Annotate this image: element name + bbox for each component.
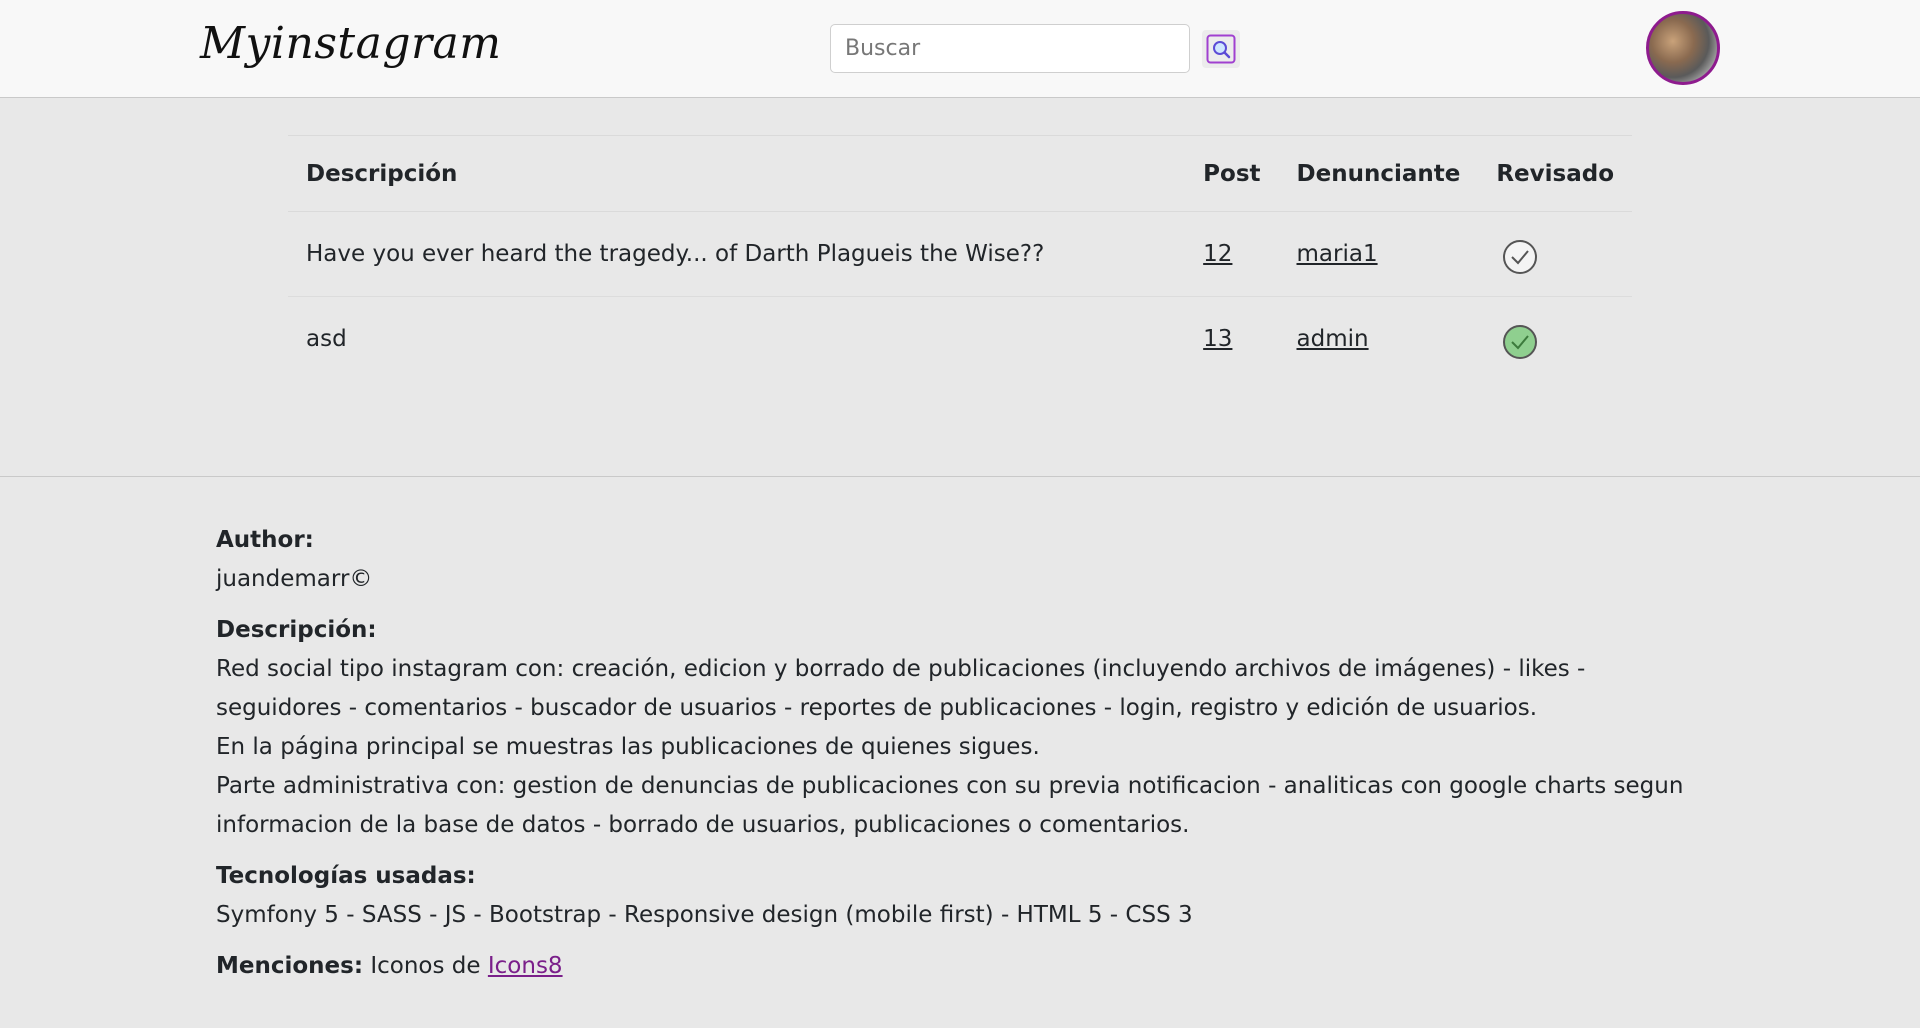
report-description: asd	[306, 326, 347, 353]
search-icon	[1206, 34, 1236, 63]
tech-value: Symfony 5 - SASS - JS - Bootstrap - Resp…	[216, 902, 1193, 928]
reports-table-container: Descripción Post Denunciante Revisado Ha…	[288, 135, 1632, 382]
mentions-label: Menciones:	[216, 953, 364, 979]
column-header-reviewed: Revisado	[1478, 135, 1632, 212]
description-line: Red social tipo instagram con: creación,…	[216, 656, 1586, 721]
report-description: Have you ever heard the tragedy... of Da…	[288, 211, 1186, 297]
author-label: Author:	[216, 527, 314, 553]
column-header-post: Post	[1185, 135, 1279, 212]
post-link[interactable]: 12	[1203, 241, 1232, 267]
author-section: Author: juandemarr©	[216, 521, 1716, 599]
reporter-link[interactable]: admin	[1297, 326, 1369, 352]
tech-label: Tecnologías usadas:	[216, 863, 476, 889]
description-section: Descripción: Red social tipo instagram c…	[216, 611, 1716, 845]
author-value: juandemarr©	[216, 566, 373, 592]
checked-circle-icon[interactable]	[1502, 324, 1538, 360]
reporter-link[interactable]: maria1	[1297, 241, 1378, 267]
search-form	[830, 24, 1240, 73]
footer: Author: juandemarr© Descripción: Red soc…	[0, 476, 1920, 1028]
mentions-text: Iconos de	[370, 953, 481, 979]
column-header-description: Descripción	[288, 135, 1186, 212]
search-button[interactable]	[1202, 29, 1240, 68]
search-input[interactable]	[830, 24, 1190, 73]
tech-section: Tecnologías usadas: Symfony 5 - SASS - J…	[216, 857, 1716, 935]
description-line: En la página principal se muestras las p…	[216, 734, 1040, 760]
column-header-reporter: Denunciante	[1278, 135, 1479, 212]
icons8-link[interactable]: Icons8	[488, 953, 563, 979]
brand-logo[interactable]: Myinstagram	[200, 18, 501, 69]
footer-content: Author: juandemarr© Descripción: Red soc…	[216, 521, 1716, 998]
table-header-row: Descripción Post Denunciante Revisado	[288, 135, 1632, 212]
reports-table: Descripción Post Denunciante Revisado Ha…	[288, 135, 1632, 382]
unchecked-circle-icon[interactable]	[1502, 239, 1538, 275]
description-line: Parte administrativa con: gestion de den…	[216, 773, 1684, 838]
table-row: Have you ever heard the tragedy... of Da…	[288, 211, 1632, 297]
post-link[interactable]: 13	[1203, 326, 1232, 352]
navbar: Myinstagram	[0, 0, 1920, 98]
user-avatar[interactable]	[1646, 11, 1720, 85]
table-row: asd 13 admin	[288, 297, 1632, 382]
description-label: Descripción:	[216, 617, 377, 643]
mentions-section: Menciones: Iconos de Icons8	[216, 947, 1716, 986]
